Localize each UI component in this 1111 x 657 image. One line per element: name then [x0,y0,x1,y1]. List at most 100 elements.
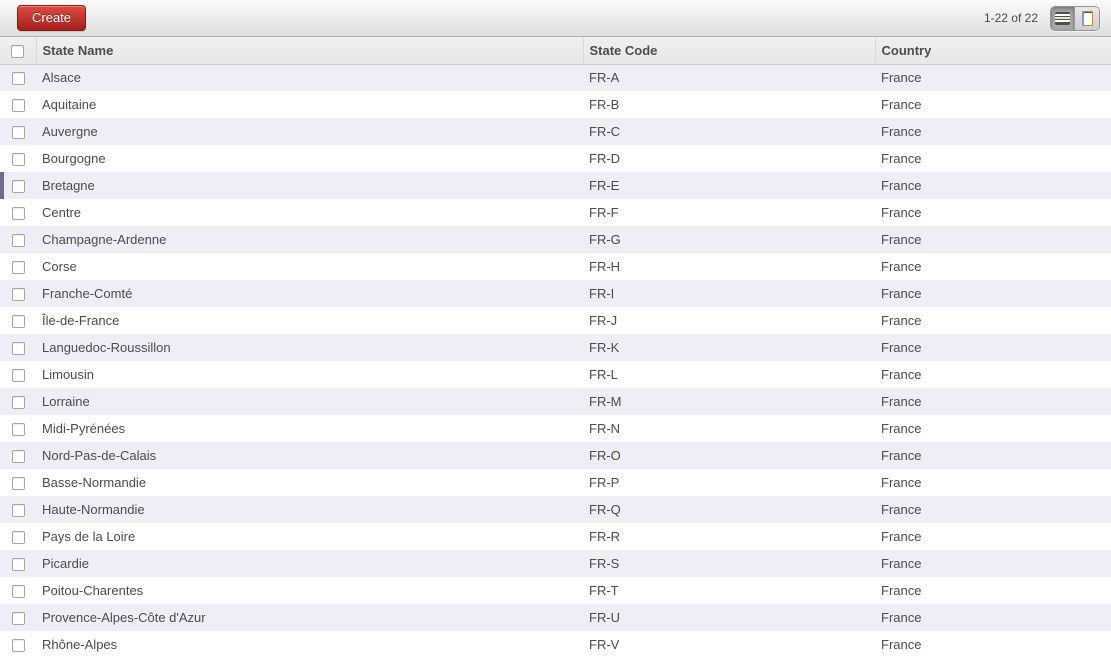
country-cell[interactable]: France [875,361,1111,388]
state-name-cell[interactable]: Alsace [36,64,583,91]
state-code-cell[interactable]: FR-T [583,577,875,604]
country-cell[interactable]: France [875,550,1111,577]
column-header-state-code[interactable]: State Code [582,37,875,65]
row-checkbox[interactable] [11,99,25,113]
state-name-cell[interactable]: Franche-Comté [36,280,583,307]
state-name-cell[interactable]: Picardie [36,550,583,577]
country-cell[interactable]: France [875,172,1111,199]
table-row[interactable]: Alsace FR-A France [0,64,1111,91]
state-code-cell[interactable]: FR-N [583,415,875,442]
table-row[interactable]: Lorraine FR-M France [0,388,1111,415]
state-name-cell[interactable]: Centre [36,199,583,226]
country-cell[interactable]: France [875,307,1111,334]
state-name-cell[interactable]: Corse [36,253,583,280]
row-checkbox[interactable] [11,585,25,599]
country-cell[interactable]: France [875,604,1111,631]
row-checkbox[interactable] [11,477,25,491]
state-code-cell[interactable]: FR-C [583,118,875,145]
table-row[interactable]: Bourgogne FR-D France [0,145,1111,172]
state-name-cell[interactable]: Basse-Normandie [36,469,583,496]
country-cell[interactable]: France [875,496,1111,523]
row-checkbox[interactable] [11,126,25,140]
state-code-cell[interactable]: FR-J [583,307,875,334]
table-row[interactable]: Auvergne FR-C France [0,118,1111,145]
table-row[interactable]: Limousin FR-L France [0,361,1111,388]
country-cell[interactable]: France [875,523,1111,550]
state-name-cell[interactable]: Rhône-Alpes [36,631,583,657]
state-code-cell[interactable]: FR-P [583,469,875,496]
row-checkbox[interactable] [11,72,25,86]
state-code-cell[interactable]: FR-B [583,91,875,118]
state-name-cell[interactable]: Lorraine [36,388,583,415]
row-checkbox[interactable] [11,423,25,437]
table-row[interactable]: Franche-Comté FR-I France [0,280,1111,307]
state-code-cell[interactable]: FR-L [583,361,875,388]
table-row[interactable]: Île-de-France FR-J France [0,307,1111,334]
state-name-cell[interactable]: Poitou-Charentes [36,577,583,604]
row-checkbox[interactable] [11,612,25,626]
state-code-cell[interactable]: FR-U [583,604,875,631]
row-checkbox[interactable] [11,315,25,329]
state-name-cell[interactable]: Nord-Pas-de-Calais [36,442,583,469]
row-checkbox[interactable] [11,207,25,221]
row-checkbox[interactable] [11,531,25,545]
row-checkbox[interactable] [11,288,25,302]
row-checkbox[interactable] [11,234,25,248]
table-row[interactable]: Bretagne FR-E France [0,172,1111,199]
row-checkbox[interactable] [11,639,25,653]
table-row[interactable]: Corse FR-H France [0,253,1111,280]
row-checkbox[interactable] [11,558,25,572]
country-cell[interactable]: France [875,577,1111,604]
table-row[interactable]: Centre FR-F France [0,199,1111,226]
country-cell[interactable]: France [875,631,1111,657]
table-row[interactable]: Picardie FR-S France [0,550,1111,577]
state-code-cell[interactable]: FR-I [583,280,875,307]
state-code-cell[interactable]: FR-V [583,631,875,657]
row-checkbox[interactable] [11,450,25,464]
country-cell[interactable]: France [875,442,1111,469]
country-cell[interactable]: France [875,415,1111,442]
select-all-checkbox[interactable] [11,44,25,58]
country-cell[interactable]: France [875,469,1111,496]
state-name-cell[interactable]: Languedoc-Roussillon [36,334,583,361]
table-row[interactable]: Haute-Normandie FR-Q France [0,496,1111,523]
state-name-cell[interactable]: Aquitaine [36,91,583,118]
row-checkbox[interactable] [11,504,25,518]
table-row[interactable]: Pays de la Loire FR-R France [0,523,1111,550]
row-checkbox[interactable] [11,369,25,383]
create-button[interactable]: Create [17,5,87,31]
table-row[interactable]: Nord-Pas-de-Calais FR-O France [0,442,1111,469]
state-code-cell[interactable]: FR-M [583,388,875,415]
state-code-cell[interactable]: FR-Q [583,496,875,523]
table-row[interactable]: Midi-Pyrénées FR-N France [0,415,1111,442]
country-cell[interactable]: France [875,64,1111,91]
state-code-cell[interactable]: FR-O [583,442,875,469]
state-name-cell[interactable]: Haute-Normandie [36,496,583,523]
country-cell[interactable]: France [875,253,1111,280]
column-header-state-name[interactable]: State Name [35,37,583,65]
table-row[interactable]: Champagne-Ardenne FR-G France [0,226,1111,253]
country-cell[interactable]: France [875,226,1111,253]
table-row[interactable]: Basse-Normandie FR-P France [0,469,1111,496]
row-checkbox[interactable] [11,180,25,194]
state-code-cell[interactable]: FR-K [583,334,875,361]
state-name-cell[interactable]: Bourgogne [36,145,583,172]
state-name-cell[interactable]: Provence-Alpes-Côte d'Azur [36,604,583,631]
state-name-cell[interactable]: Limousin [36,361,583,388]
row-checkbox[interactable] [11,261,25,275]
state-code-cell[interactable]: FR-A [583,64,875,91]
form-view-button[interactable] [1075,6,1099,30]
country-cell[interactable]: France [875,280,1111,307]
state-code-cell[interactable]: FR-D [583,145,875,172]
country-cell[interactable]: France [875,199,1111,226]
state-name-cell[interactable]: Bretagne [36,172,583,199]
state-name-cell[interactable]: Midi-Pyrénées [36,415,583,442]
table-row[interactable]: Rhône-Alpes FR-V France [0,631,1111,657]
state-code-cell[interactable]: FR-S [583,550,875,577]
state-code-cell[interactable]: FR-F [583,199,875,226]
state-name-cell[interactable]: Auvergne [36,118,583,145]
column-header-country[interactable]: Country [874,37,1111,65]
country-cell[interactable]: France [875,118,1111,145]
table-row[interactable]: Provence-Alpes-Côte d'Azur FR-U France [0,604,1111,631]
state-code-cell[interactable]: FR-E [583,172,875,199]
